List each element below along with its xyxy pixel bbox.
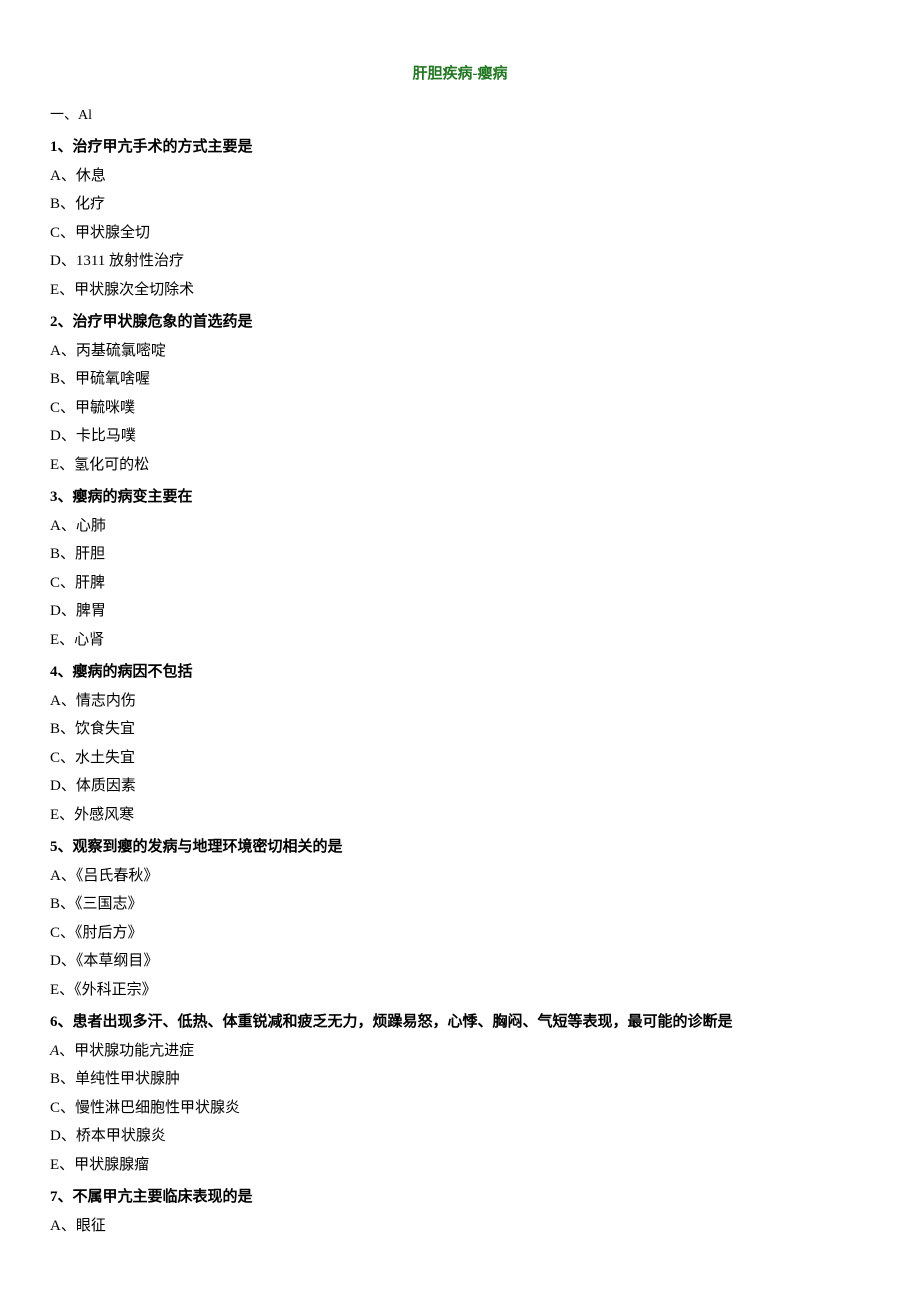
answer-option: B、甲硫氧啥喔	[50, 365, 870, 394]
answer-option: D、脾胃	[50, 597, 870, 626]
answer-option: B、《三国志》	[50, 890, 870, 919]
page-title: 肝胆疾病-瘿病	[50, 60, 870, 89]
answer-option: E、《外科正宗》	[50, 976, 870, 1005]
answer-option: A、休息	[50, 162, 870, 191]
answer-option: D、卡比马噗	[50, 422, 870, 451]
answer-option: A、甲状腺功能亢进症	[50, 1037, 870, 1066]
answer-option: E、甲状腺次全切除术	[50, 276, 870, 305]
answer-option: D、1311 放射性治疗	[50, 247, 870, 276]
answer-option: D、体质因素	[50, 772, 870, 801]
answer-option: A、眼征	[50, 1212, 870, 1241]
section-label: 一、Al	[50, 103, 870, 130]
answer-option: D、桥本甲状腺炎	[50, 1122, 870, 1151]
question-stem: 1、治疗甲亢手术的方式主要是	[50, 133, 870, 162]
answer-option: D、《本草纲目》	[50, 947, 870, 976]
answer-option: E、氢化可的松	[50, 451, 870, 480]
answer-option: C、水土失宜	[50, 744, 870, 773]
answer-option: B、化疗	[50, 190, 870, 219]
answer-option: A、情志内伤	[50, 687, 870, 716]
question-stem: 7、不属甲亢主要临床表现的是	[50, 1183, 870, 1212]
question-stem: 4、瘿病的病因不包括	[50, 658, 870, 687]
answer-option: E、外感风寒	[50, 801, 870, 830]
answer-option: E、心肾	[50, 626, 870, 655]
answer-option: B、单纯性甲状腺肿	[50, 1065, 870, 1094]
answer-option: C、慢性淋巴细胞性甲状腺炎	[50, 1094, 870, 1123]
document-page: 肝胆疾病-瘿病 一、Al 1、治疗甲亢手术的方式主要是 A、休息 B、化疗 C、…	[0, 0, 920, 1280]
answer-option: A、《吕氏春秋》	[50, 862, 870, 891]
answer-option: A、心肺	[50, 512, 870, 541]
answer-option: E、甲状腺腺瘤	[50, 1151, 870, 1180]
option-letter-italic: A	[50, 1043, 59, 1059]
answer-option: B、饮食失宜	[50, 715, 870, 744]
question-stem: 3、瘿病的病变主要在	[50, 483, 870, 512]
answer-option: B、肝胆	[50, 540, 870, 569]
answer-option: C、肝脾	[50, 569, 870, 598]
option-text: 、甲状腺功能亢进症	[59, 1043, 194, 1059]
question-stem: 2、治疗甲状腺危象的首选药是	[50, 308, 870, 337]
question-stem: 6、患者出现多汗、低热、体重锐减和疲乏无力，烦躁易怒，心悸、胸闷、气短等表现，最…	[50, 1008, 870, 1037]
answer-option: C、甲状腺全切	[50, 219, 870, 248]
question-stem: 5、观察到瘿的发病与地理环境密切相关的是	[50, 833, 870, 862]
answer-option: A、丙基硫氯嘧啶	[50, 337, 870, 366]
answer-option: C、《肘后方》	[50, 919, 870, 948]
answer-option: C、甲毓咪噗	[50, 394, 870, 423]
